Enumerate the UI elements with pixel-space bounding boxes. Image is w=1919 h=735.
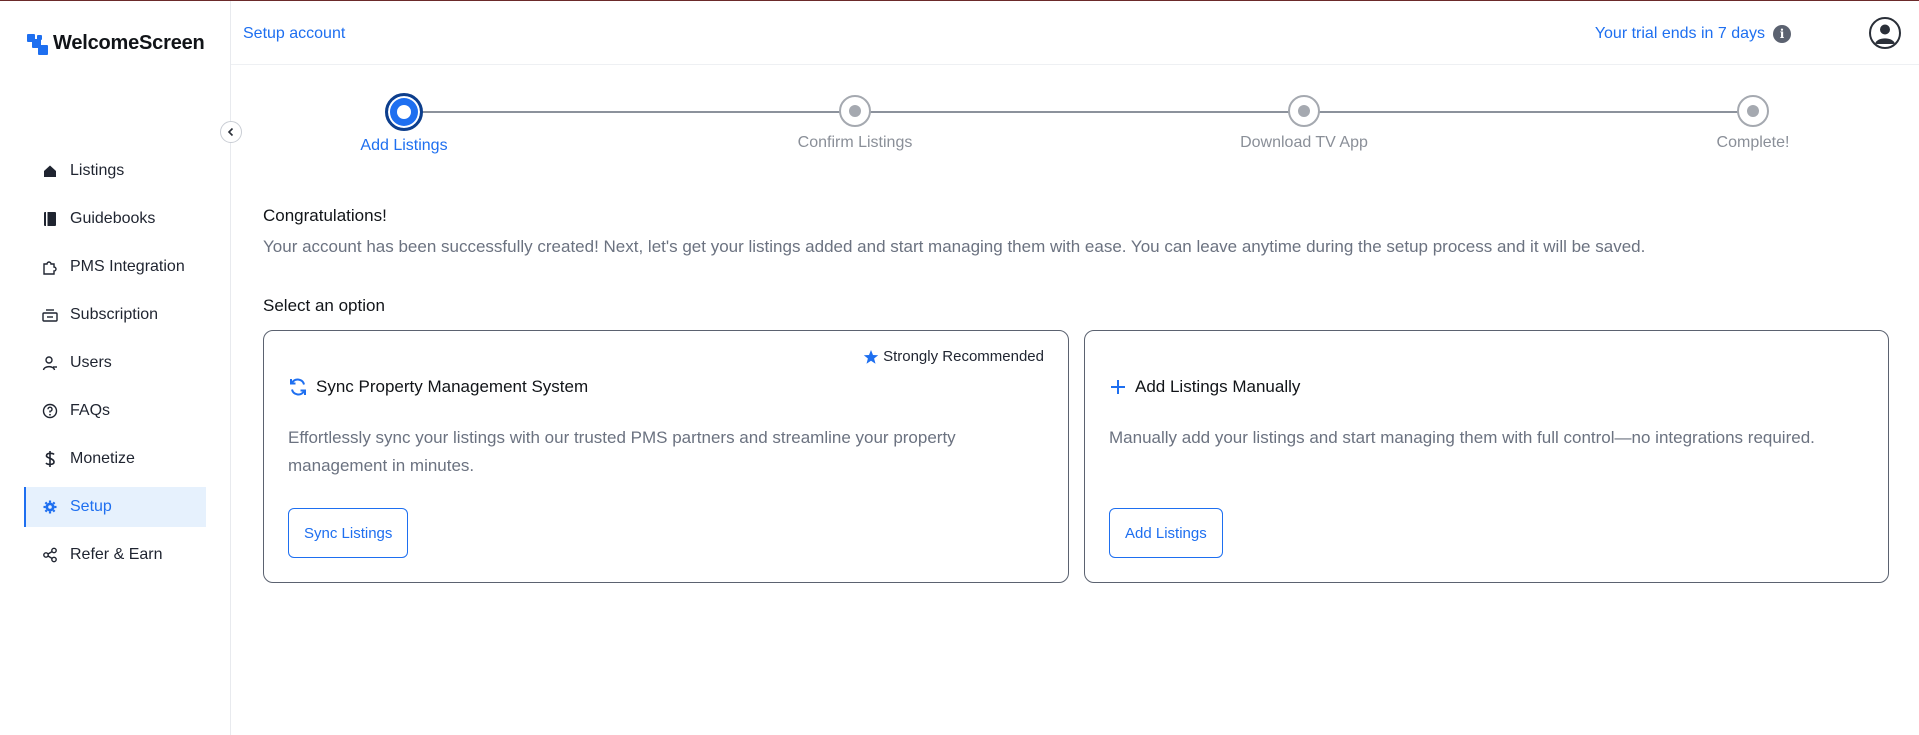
- home-icon: [42, 163, 58, 179]
- step-label: Confirm Listings: [797, 134, 913, 151]
- step-complete[interactable]: Complete!: [1653, 95, 1853, 152]
- chevron-left-icon: [227, 127, 234, 137]
- subscription-icon: [42, 307, 58, 323]
- step-indicator: [1288, 95, 1320, 127]
- share-icon: [42, 547, 58, 563]
- sidebar-item-label: Refer & Earn: [70, 546, 163, 563]
- sidebar-item-setup[interactable]: Setup: [24, 487, 206, 527]
- collapse-sidebar-button[interactable]: [220, 121, 242, 143]
- app-name: WelcomeScreen: [53, 32, 205, 54]
- sidebar-item-label: Guidebooks: [70, 210, 156, 227]
- step-download-tv-app[interactable]: Download TV App: [1204, 95, 1404, 152]
- option-card-add-manually[interactable]: Add Listings Manually Manually add your …: [1084, 330, 1889, 583]
- sidebar-item-guidebooks[interactable]: Guidebooks: [24, 199, 206, 239]
- sidebar-item-faqs[interactable]: FAQs: [24, 391, 206, 431]
- sidebar-item-pms-integration[interactable]: PMS Integration: [24, 247, 206, 287]
- sidebar-item-label: Setup: [70, 498, 112, 515]
- avatar[interactable]: [1869, 17, 1901, 49]
- info-icon[interactable]: i: [1773, 25, 1791, 43]
- main-content: Congratulations! Your account has been s…: [263, 206, 1893, 583]
- puzzle-icon: [42, 259, 58, 275]
- stepper-line: [403, 111, 1753, 113]
- step-add-listings[interactable]: Add Listings: [304, 93, 504, 155]
- sidebar: WelcomeScreen Listings Guidebooks PMS In…: [0, 1, 231, 735]
- user-avatar-icon: [1875, 24, 1895, 44]
- sidebar-item-label: FAQs: [70, 402, 111, 419]
- add-listings-button[interactable]: Add Listings: [1109, 508, 1223, 558]
- sidebar-item-label: Listings: [70, 162, 125, 179]
- gear-icon: [42, 499, 58, 515]
- step-label: Download TV App: [1240, 134, 1368, 151]
- dollar-icon: [42, 451, 58, 467]
- question-icon: [42, 403, 58, 419]
- card-title-text: Sync Property Management System: [316, 377, 589, 396]
- option-card-sync-pms[interactable]: Strongly Recommended Sync Property Manag…: [263, 330, 1069, 583]
- sidebar-item-label: Users: [70, 354, 112, 371]
- app-logo[interactable]: WelcomeScreen: [27, 32, 205, 55]
- card-title-text: Add Listings Manually: [1135, 377, 1301, 396]
- user-icon: [42, 355, 58, 371]
- plus-icon: [1111, 380, 1125, 394]
- card-description: Effortlessly sync your listings with our…: [288, 428, 956, 475]
- sidebar-item-label: Subscription: [70, 306, 159, 323]
- step-label: Add Listings: [360, 137, 448, 154]
- congrats-title: Congratulations!: [263, 206, 387, 225]
- sidebar-item-label: Monetize: [70, 450, 135, 467]
- sidebar-item-subscription[interactable]: Subscription: [24, 295, 206, 335]
- step-confirm-listings[interactable]: Confirm Listings: [755, 95, 955, 152]
- book-icon: [42, 211, 58, 227]
- sync-icon: [290, 378, 306, 396]
- card-title: Sync Property Management System: [288, 377, 588, 397]
- logo-mark-icon: [27, 33, 49, 55]
- trial-notice[interactable]: Your trial ends in 7 days i: [1595, 25, 1791, 43]
- trial-text: Your trial ends in 7 days: [1594, 25, 1765, 42]
- recommended-badge: Strongly Recommended: [863, 348, 1044, 365]
- option-cards: Strongly Recommended Sync Property Manag…: [263, 330, 1889, 583]
- step-label: Complete!: [1716, 134, 1790, 151]
- congrats-text: Your account has been successfully creat…: [263, 237, 1646, 256]
- select-option-title: Select an option: [263, 296, 385, 315]
- breadcrumb[interactable]: Setup account: [243, 25, 345, 43]
- top-header: Setup account Your trial ends in 7 days …: [231, 1, 1919, 65]
- sidebar-item-refer-earn[interactable]: Refer & Earn: [24, 535, 206, 575]
- sidebar-item-label: PMS Integration: [70, 258, 185, 275]
- badge-text: Strongly Recommended: [883, 348, 1044, 365]
- step-indicator: [1737, 95, 1769, 127]
- sidebar-item-users[interactable]: Users: [24, 343, 206, 383]
- sidebar-item-listings[interactable]: Listings: [24, 151, 206, 191]
- step-indicator-active: [385, 93, 423, 131]
- step-indicator: [839, 95, 871, 127]
- card-description: Manually add your listings and start man…: [1109, 428, 1815, 447]
- sidebar-nav: Listings Guidebooks PMS Integration Subs…: [24, 151, 206, 583]
- card-title: Add Listings Manually: [1109, 377, 1300, 397]
- setup-stepper: Add Listings Confirm Listings Download T…: [231, 65, 1919, 165]
- sync-listings-button[interactable]: Sync Listings: [288, 508, 409, 558]
- star-icon: [863, 349, 879, 364]
- sidebar-item-monetize[interactable]: Monetize: [24, 439, 206, 479]
